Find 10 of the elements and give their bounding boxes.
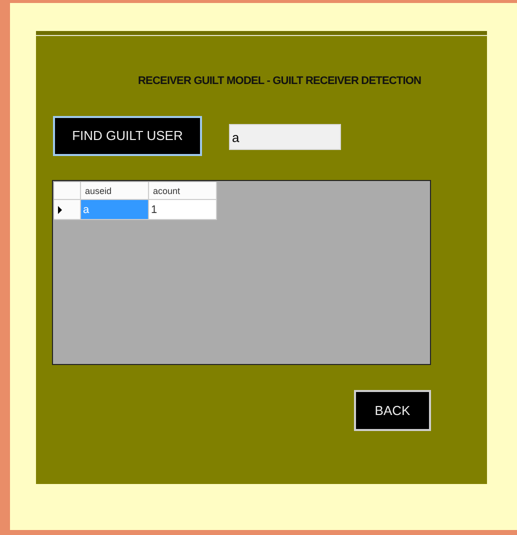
- table-cell[interactable]: 1: [149, 200, 217, 220]
- grid-corner: [54, 182, 81, 200]
- row-header[interactable]: [54, 200, 81, 220]
- column-header[interactable]: acount: [149, 182, 217, 200]
- find-guilt-user-button[interactable]: FIND GUILT USER: [53, 116, 202, 156]
- form-title: RECEIVER GUILT MODEL - GUILT RECEIVER DETECTION: [138, 74, 422, 88]
- back-button[interactable]: BACK: [354, 390, 431, 431]
- column-header[interactable]: auseid: [81, 182, 149, 200]
- current-row-arrow-icon: [58, 206, 62, 214]
- search-field[interactable]: a: [229, 124, 341, 150]
